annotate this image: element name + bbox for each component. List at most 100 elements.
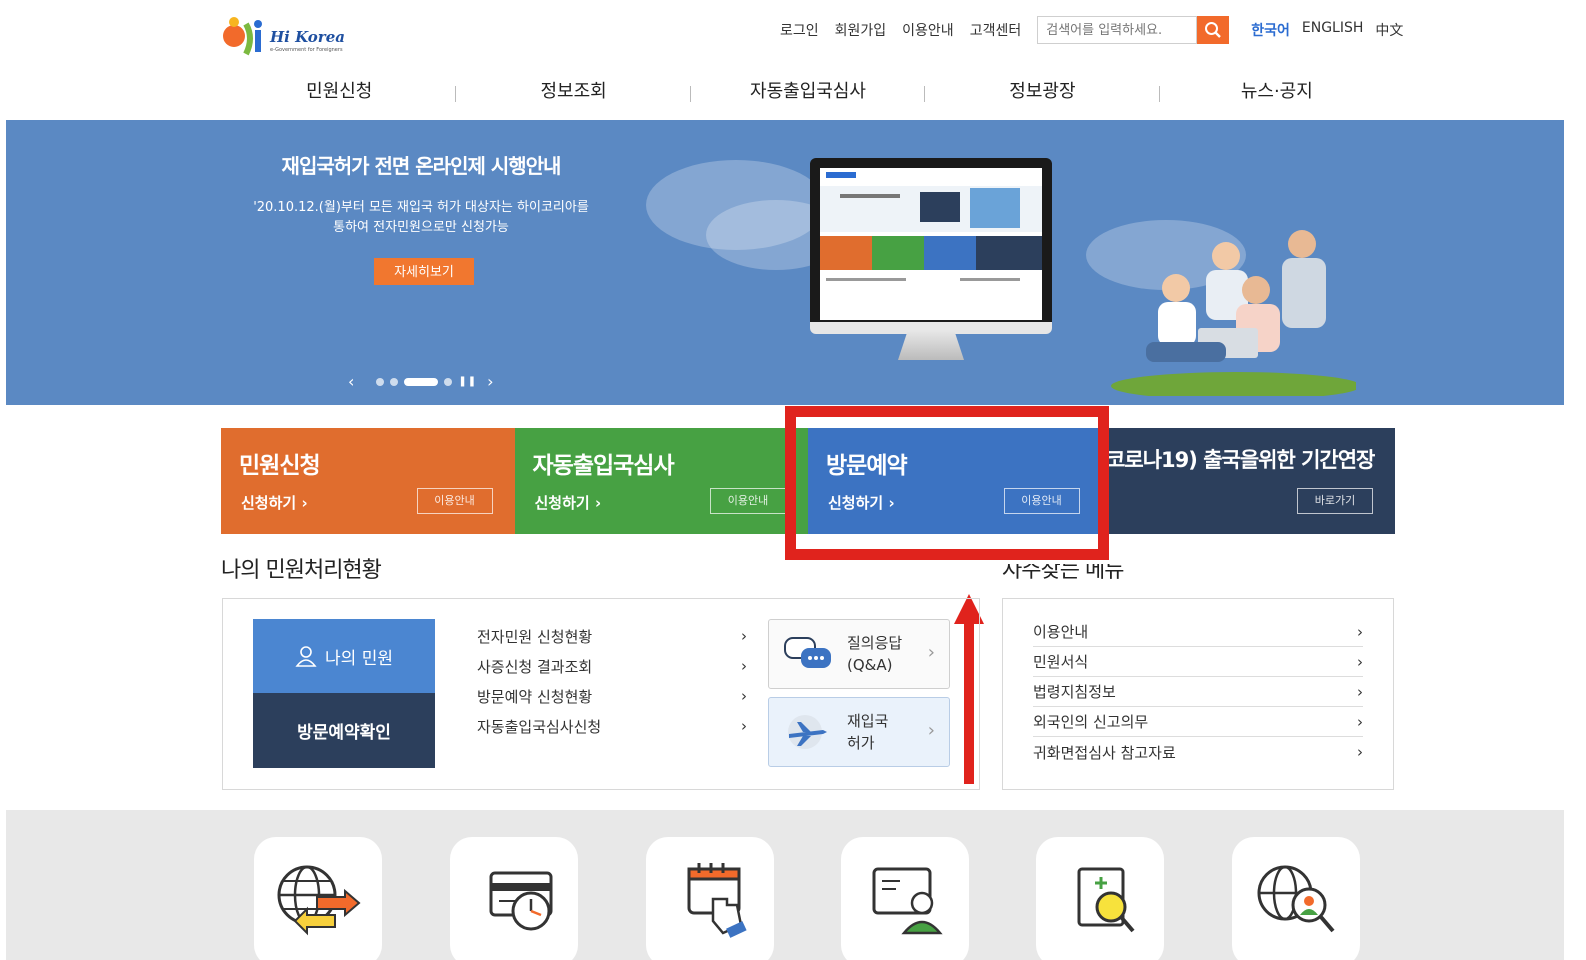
banner-description: '20.10.12.(월)부터 모든 재입국 허가 대상자는 하이코리아를 통하… <box>236 198 606 238</box>
chevron-right-icon: › <box>1357 682 1363 701</box>
card-clock-icon <box>489 871 553 931</box>
main-banner: 재입국허가 전면 온라인제 시행안내 '20.10.12.(월)부터 모든 재입… <box>6 120 1564 405</box>
logo-icon <box>223 17 262 56</box>
my-civil-button[interactable]: 나의 민원 <box>253 619 435 693</box>
airplane-globe-icon <box>788 715 827 749</box>
search-box <box>1037 16 1230 44</box>
nav-civil-application[interactable]: 민원신청 <box>222 70 457 114</box>
login-link[interactable]: 로그인 <box>780 20 819 40</box>
reentry-label-line2: 허가 <box>847 734 875 752</box>
tile-shortcut-button[interactable]: 바로가기 <box>1297 488 1373 514</box>
quick-card-card-clock[interactable] <box>450 837 578 960</box>
reentry-label-line1: 재입국 <box>847 712 889 730</box>
tile-title: 자동출입국심사 <box>532 453 675 479</box>
hikorea-logo[interactable]: Hi Korea e-Government for Foreigners <box>222 14 352 58</box>
quick-card-profile-screen[interactable] <box>841 837 969 960</box>
chevron-right-icon: › <box>927 720 935 741</box>
slide-dot[interactable] <box>390 377 399 386</box>
search-icon <box>1205 22 1222 38</box>
visit-check-button[interactable]: 방문예약확인 <box>253 693 435 768</box>
chevron-right-icon: › <box>1357 622 1363 641</box>
logo-tagline: e-Government for Foreigners <box>270 47 343 53</box>
tile-apply-link[interactable]: 신청하기 › <box>241 492 308 513</box>
chevron-right-icon: › <box>1357 743 1363 761</box>
chevron-right-icon: › <box>741 717 747 735</box>
tile-title: (코로나19) 출국을위한 기간연장 <box>1097 448 1376 472</box>
tile-guide-button[interactable]: 이용안내 <box>416 488 493 514</box>
search-button[interactable] <box>1197 16 1230 44</box>
qna-label-line1: 질의응답 <box>847 634 903 652</box>
reentry-permit-button[interactable]: 재입국허가 › <box>768 697 950 767</box>
chevron-right-icon: › <box>1357 712 1363 731</box>
banner-desc-line2: 통하여 전자민원으로만 신청가능 <box>333 220 509 235</box>
my-status-panel: 나의 민원 방문예약확인 전자민원 신청현황 › 사증신청 결과조회 › 방문예약 … <box>222 598 980 790</box>
chevron-right-icon: › <box>927 642 935 663</box>
search-input[interactable] <box>1037 16 1198 44</box>
qna-button[interactable]: 질의응답 (Q&A) › <box>768 619 950 689</box>
status-links: 전자민원 신청현황 › 사증신청 결과조회 › 방문예약 신청현황 › 자동출입국심사… <box>477 621 747 741</box>
list-item[interactable]: 외국인의 신고의무 › <box>1033 707 1363 737</box>
my-status-title: 나의 민원처리현황 <box>221 558 382 583</box>
chevron-right-icon: › <box>741 687 747 705</box>
list-item[interactable]: 자동출입국심사신청 › <box>477 711 747 741</box>
lang-chinese[interactable]: 中文 <box>1375 20 1403 40</box>
list-item[interactable]: 전자민원 신청현황 › <box>477 621 747 651</box>
globe-exchange-icon <box>277 865 361 936</box>
lang-korean[interactable]: 한국어 <box>1251 20 1290 40</box>
banner-detail-button[interactable]: 자세히보기 <box>374 258 474 285</box>
quick-card-globe-exchange[interactable] <box>254 837 382 960</box>
nav-news-notice[interactable]: 뉴스·공지 <box>1160 70 1394 114</box>
guide-link[interactable]: 이용안내 <box>902 20 954 40</box>
logo-text: Hi Korea <box>270 28 345 46</box>
pause-icon[interactable]: ❚❚ <box>458 376 477 387</box>
prev-arrow-icon[interactable]: ‹ <box>348 372 354 391</box>
utility-bar: 로그인 회원가입 이용안내 고객센터 한국어 ENGLISH 中文 <box>780 16 1415 44</box>
chevron-right-icon: › <box>301 494 308 512</box>
tile-auto-immigration[interactable]: 자동출입국심사 신청하기 › 이용안내 <box>514 428 808 534</box>
favorites-panel: 이용안내 › 민원서식 › 법령지침정보 › 외국인의 신고의무 › 귀화면접심사 참고… <box>1002 598 1394 790</box>
tile-title: 민원신청 <box>239 453 321 479</box>
tile-civil-application[interactable]: 민원신청 신청하기 › 이용안내 <box>221 428 515 534</box>
user-icon <box>295 646 317 667</box>
quick-card-clipboard-search[interactable] <box>1036 837 1164 960</box>
globe-person-icon <box>1257 865 1335 933</box>
profile-screen-icon <box>872 867 943 935</box>
chevron-right-icon: › <box>1357 652 1363 671</box>
tile-apply-link[interactable]: 신청하기 › <box>535 492 602 513</box>
language-selector: 한국어 ENGLISH 中文 <box>1251 20 1415 40</box>
quick-card-globe-person[interactable] <box>1232 837 1360 960</box>
tile-covid-extension[interactable]: (코로나19) 출국을위한 기간연장 바로가기 <box>1098 428 1395 534</box>
nav-info-lookup[interactable]: 정보조회 <box>456 70 692 114</box>
list-item[interactable]: 방문예약 신청현황 › <box>477 681 747 711</box>
lang-english[interactable]: ENGLISH <box>1302 20 1364 40</box>
slide-dot[interactable] <box>444 377 453 386</box>
tile-guide-button[interactable]: 이용안내 <box>710 488 786 514</box>
next-arrow-icon[interactable]: › <box>487 372 493 391</box>
monitor-illustration <box>810 158 1052 364</box>
banner-title: 재입국허가 전면 온라인제 시행안내 <box>281 154 562 178</box>
highlight-box <box>785 406 1109 560</box>
chevron-right-icon: › <box>594 494 602 512</box>
slide-dot[interactable] <box>376 377 385 386</box>
signup-link[interactable]: 회원가입 <box>835 20 887 40</box>
slide-dot-active[interactable] <box>404 377 439 386</box>
list-item[interactable]: 귀화면접심사 참고자료 › <box>1033 737 1363 767</box>
banner-controls: ‹ ❚❚ › <box>348 372 494 391</box>
chevron-right-icon: › <box>741 657 747 675</box>
banner-desc-line1: '20.10.12.(월)부터 모든 재입국 허가 대상자는 하이코리아를 <box>253 200 589 215</box>
main-nav: 민원신청 정보조회 자동출입국심사 정보광장 뉴스·공지 <box>222 70 1394 114</box>
customer-center-link[interactable]: 고객센터 <box>970 20 1022 40</box>
nav-auto-immigration[interactable]: 자동출입국심사 <box>691 70 926 114</box>
clipboard-search-icon <box>1077 867 1135 933</box>
list-item[interactable]: 이용안내 › <box>1033 617 1363 647</box>
list-item[interactable]: 사증신청 결과조회 › <box>477 651 747 681</box>
chat-bubble-icon <box>784 637 831 668</box>
quick-card-calendar-touch[interactable] <box>646 837 774 960</box>
people-illustration <box>1111 230 1356 396</box>
qna-label-line2: (Q&A) <box>847 656 893 674</box>
chevron-right-icon: › <box>741 627 747 645</box>
list-item[interactable]: 민원서식 › <box>1033 647 1363 677</box>
list-item[interactable]: 법령지침정보 › <box>1033 677 1363 707</box>
calendar-touch-icon <box>687 863 747 938</box>
nav-info-plaza[interactable]: 정보광장 <box>925 70 1161 114</box>
